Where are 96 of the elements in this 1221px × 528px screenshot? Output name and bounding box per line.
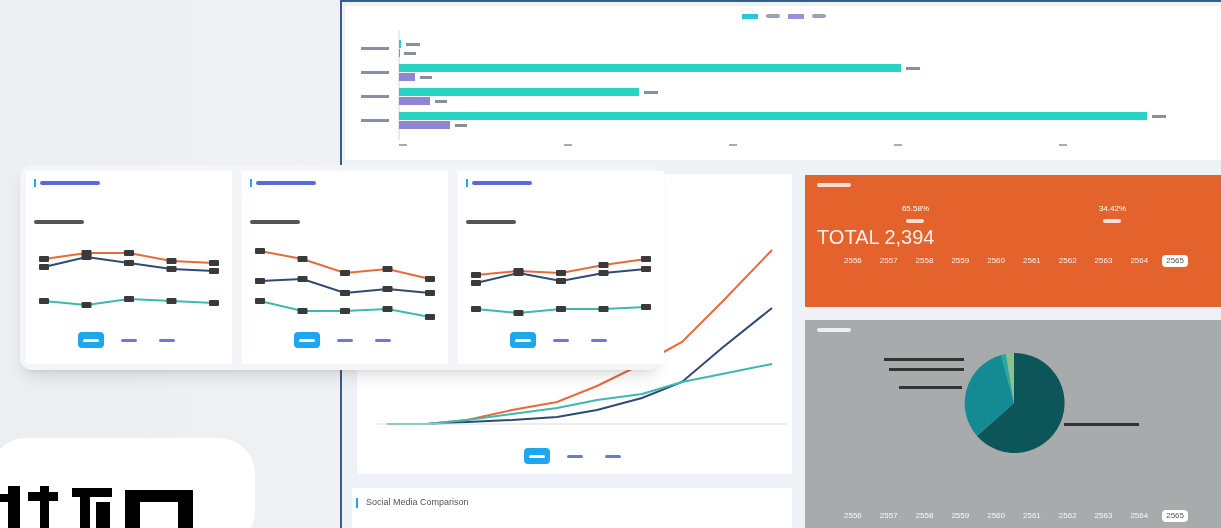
data-label-marker [382,306,393,312]
illegible-label [361,95,389,98]
illegible-label [40,181,100,185]
data-label-marker [124,250,134,256]
year-tab[interactable]: 2563 [1090,510,1117,522]
data-label-marker [297,308,308,314]
data-label-marker [297,256,308,262]
illegible-label [906,67,920,70]
year-tab[interactable]: 2562 [1054,255,1081,267]
percent-label: 65.58% [901,203,930,215]
illegible-label [1103,219,1122,223]
data-label-marker [471,272,481,278]
data-label-marker [297,276,308,282]
data-label-marker [382,286,393,292]
year-tab[interactable]: 2558 [911,510,938,522]
year-tab[interactable]: 2559 [947,510,974,522]
data-label-marker [641,256,651,262]
year-tab[interactable]: 2557 [875,510,902,522]
data-label-marker [556,270,566,276]
data-label-marker [641,304,651,310]
illegible-label [899,386,962,389]
data-label-marker [255,298,265,304]
data-label-marker [471,280,481,286]
year-tab[interactable]: 2561 [1019,255,1045,267]
legend-swatch-icon [788,14,804,19]
data-label-marker [556,306,566,312]
data-label-marker [255,248,265,254]
illegible-label [472,181,532,185]
chart-tab[interactable] [510,332,536,348]
illegible-label [361,47,389,50]
data-label-marker [39,256,49,262]
chart-tab[interactable] [78,332,104,348]
data-label-marker [340,270,350,276]
chart-tab[interactable] [523,448,550,464]
data-label-marker [598,306,609,312]
data-label-marker [382,266,393,272]
illegible-label [906,219,925,223]
year-tab[interactable]: 2565 [1162,255,1188,267]
percent-label: 34.42% [1098,203,1127,215]
data-label-marker [556,278,566,284]
data-label-marker [39,264,49,270]
section-title: Social Media Comparison [366,496,469,509]
data-label-marker [209,260,219,266]
chart-tab[interactable] [294,332,320,348]
legend-swatch-icon [742,14,758,19]
year-tab[interactable]: 2556 [840,510,866,522]
data-label-marker [124,260,134,266]
data-label-marker [209,300,219,306]
illegible-label [817,328,851,332]
year-tab[interactable]: 2558 [911,255,938,267]
data-label-marker [166,258,177,264]
data-label-marker [340,308,350,314]
year-tab[interactable]: 2560 [983,255,1009,267]
data-label-marker [81,302,92,308]
data-label-marker [124,296,134,302]
data-label-marker [641,266,651,272]
year-tab[interactable]: 2557 [875,255,902,267]
year-tab[interactable]: 2564 [1126,255,1153,267]
year-tab[interactable]: 2559 [947,255,974,267]
data-label-marker [598,262,609,268]
year-tab[interactable]: 2556 [840,255,866,267]
year-tab[interactable]: 2561 [1019,510,1045,522]
illegible-label [250,220,300,224]
year-tab[interactable]: 2564 [1126,510,1153,522]
illegible-label [361,119,389,122]
illegible-label [1152,115,1166,118]
illegible-label [817,183,851,187]
illegible-label [466,220,516,224]
illegible-label [406,43,420,46]
illegible-label [455,124,467,127]
illegible-label [644,91,658,94]
illegible-label [361,71,389,74]
illegible-label [766,14,780,18]
data-label-marker [471,306,481,312]
data-label-marker [166,298,177,304]
total-label: TOTAL 2,394 [817,227,936,247]
year-tab[interactable]: 2565 [1162,510,1188,522]
year-tab[interactable]: 2562 [1054,510,1081,522]
data-label-marker [425,290,435,296]
illegible-label [812,14,826,18]
illegible-label [420,76,432,79]
illegible-label [435,100,447,103]
year-tab[interactable]: 2560 [983,510,1009,522]
data-label-marker [39,298,49,304]
data-label-marker [255,278,265,284]
data-label-marker [340,290,350,296]
data-label-marker [598,270,609,276]
illegible-label [404,52,416,55]
data-label-marker [166,266,177,272]
data-label-marker [513,310,524,316]
data-label-marker [209,268,219,274]
data-label-marker [425,276,435,282]
illegible-label [256,181,316,185]
year-tab[interactable]: 2563 [1090,255,1117,267]
data-label-marker [425,314,435,320]
illegible-label [34,220,84,224]
